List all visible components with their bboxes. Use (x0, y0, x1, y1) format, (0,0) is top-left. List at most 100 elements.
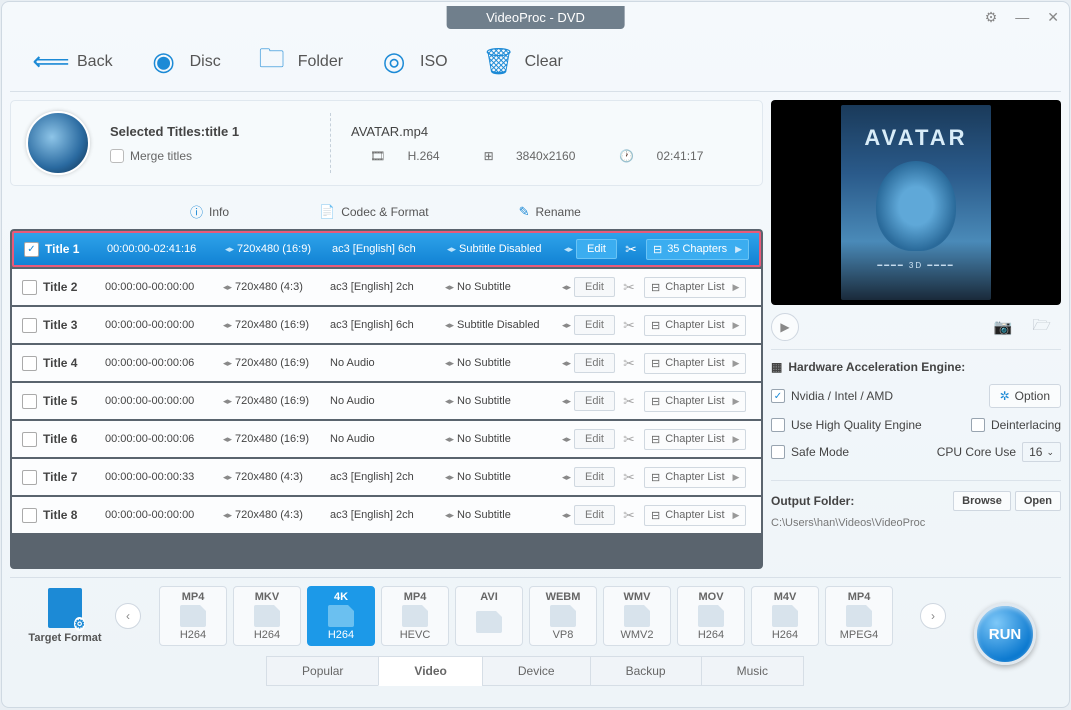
folder-button[interactable]: 🗀Folder (256, 46, 343, 78)
category-tab[interactable]: Music (701, 656, 804, 686)
scissors-icon[interactable]: ✂ (618, 469, 640, 486)
title-audio[interactable]: No Audio (330, 395, 445, 407)
title-row[interactable]: Title 8 00:00:00-00:00:00◂▸ 720x480 (4:3… (12, 497, 761, 533)
safemode-checkbox[interactable]: Safe Mode (771, 445, 849, 459)
chapter-button[interactable]: ⊟35 Chapters▶ (646, 239, 749, 260)
title-subtitle[interactable]: No Subtitle (457, 509, 562, 521)
format-preset[interactable]: MP4MPEG4 (825, 586, 893, 646)
browse-button[interactable]: Browse (953, 491, 1011, 511)
title-checkbox[interactable] (22, 508, 37, 523)
title-audio[interactable]: ac3 [English] 2ch (330, 281, 445, 293)
vendor-checkbox[interactable]: ✓Nvidia / Intel / AMD (771, 389, 893, 403)
format-preset[interactable]: AVI (455, 586, 523, 646)
title-subtitle[interactable]: No Subtitle (457, 281, 562, 293)
title-audio[interactable]: ac3 [English] 6ch (332, 243, 447, 255)
edit-button[interactable]: Edit (574, 505, 615, 525)
title-row[interactable]: Title 7 00:00:00-00:00:33◂▸ 720x480 (4:3… (12, 459, 761, 495)
category-tab[interactable]: Video (378, 656, 482, 686)
format-preset[interactable]: MKVH264 (233, 586, 301, 646)
title-subtitle[interactable]: No Subtitle (457, 395, 562, 407)
format-preset[interactable]: MOVH264 (677, 586, 745, 646)
title-subtitle[interactable]: No Subtitle (457, 357, 562, 369)
title-audio[interactable]: ac3 [English] 2ch (330, 471, 445, 483)
title-checkbox[interactable] (22, 280, 37, 295)
format-preset[interactable]: 4KH264 (307, 586, 375, 646)
title-checkbox[interactable] (22, 318, 37, 333)
minimize-icon[interactable]: — (1015, 9, 1029, 25)
title-checkbox[interactable] (22, 470, 37, 485)
title-row[interactable]: ✓ Title 1 00:00:00-02:41:16◂▸ 720x480 (1… (12, 231, 761, 267)
codec-action[interactable]: 📄Codec & Format (319, 202, 429, 221)
chapter-button[interactable]: ⊟Chapter List▶ (644, 505, 746, 526)
edit-button[interactable]: Edit (574, 277, 615, 297)
category-tab[interactable]: Backup (590, 656, 702, 686)
title-row[interactable]: Title 3 00:00:00-00:00:00◂▸ 720x480 (16:… (12, 307, 761, 343)
edit-button[interactable]: Edit (574, 315, 615, 335)
chapter-button[interactable]: ⊟Chapter List▶ (644, 467, 746, 488)
iso-button[interactable]: ◎ISO (378, 46, 448, 78)
chapter-icon: ⊟ (651, 281, 660, 294)
edit-button[interactable]: Edit (574, 353, 615, 373)
title-checkbox[interactable] (22, 394, 37, 409)
edit-button[interactable]: Edit (576, 239, 617, 259)
back-button[interactable]: ⟸Back (35, 46, 113, 78)
format-preset[interactable]: M4VH264 (751, 586, 819, 646)
scissors-icon[interactable]: ✂ (620, 241, 642, 258)
title-resolution: 720x480 (4:3) (235, 471, 330, 483)
open-folder-icon[interactable]: 🗁 (1032, 315, 1051, 340)
chapter-button[interactable]: ⊟Chapter List▶ (644, 315, 746, 336)
title-checkbox[interactable] (22, 432, 37, 447)
title-row[interactable]: Title 4 00:00:00-00:00:06◂▸ 720x480 (16:… (12, 345, 761, 381)
title-row[interactable]: Title 2 00:00:00-00:00:00◂▸ 720x480 (4:3… (12, 269, 761, 305)
title-audio[interactable]: ac3 [English] 6ch (330, 319, 445, 331)
format-preset[interactable]: MP4HEVC (381, 586, 449, 646)
format-preset[interactable]: WEBMVP8 (529, 586, 597, 646)
option-button[interactable]: ✲Option (989, 384, 1061, 408)
chapter-button[interactable]: ⊟Chapter List▶ (644, 277, 746, 298)
category-tab[interactable]: Popular (266, 656, 379, 686)
scissors-icon[interactable]: ✂ (618, 507, 640, 524)
disc-button[interactable]: ◉Disc (148, 46, 221, 78)
clear-button[interactable]: 🗑Clear (483, 46, 563, 78)
title-subtitle[interactable]: Subtitle Disabled (457, 319, 562, 331)
edit-button[interactable]: Edit (574, 391, 615, 411)
category-tab[interactable]: Device (482, 656, 591, 686)
play-button[interactable]: ▶ (771, 313, 799, 341)
format-preset[interactable]: MP4H264 (159, 586, 227, 646)
merge-titles-checkbox[interactable]: Merge titles (110, 149, 310, 163)
scissors-icon[interactable]: ✂ (618, 431, 640, 448)
edit-button[interactable]: Edit (574, 429, 615, 449)
title-subtitle[interactable]: Subtitle Disabled (459, 243, 564, 255)
chapter-button[interactable]: ⊟Chapter List▶ (644, 391, 746, 412)
title-row[interactable]: Title 6 00:00:00-00:00:06◂▸ 720x480 (16:… (12, 421, 761, 457)
rename-action[interactable]: ✎Rename (519, 202, 581, 221)
title-row[interactable]: Title 5 00:00:00-00:00:00◂▸ 720x480 (16:… (12, 383, 761, 419)
title-subtitle[interactable]: No Subtitle (457, 433, 562, 445)
info-action[interactable]: ⓘInfo (190, 202, 229, 221)
snapshot-icon[interactable]: 📷 (994, 318, 1013, 336)
format-prev-button[interactable]: ‹ (115, 603, 141, 629)
chapter-button[interactable]: ⊟Chapter List▶ (644, 353, 746, 374)
cpu-core-select[interactable]: 16⌄ (1022, 442, 1061, 462)
hq-checkbox[interactable]: Use High Quality Engine (771, 418, 922, 432)
scissors-icon[interactable]: ✂ (618, 317, 640, 334)
open-button[interactable]: Open (1015, 491, 1061, 511)
format-next-button[interactable]: › (920, 603, 946, 629)
scissors-icon[interactable]: ✂ (618, 355, 640, 372)
deinterlacing-checkbox[interactable]: Deinterlacing (971, 418, 1061, 432)
title-audio[interactable]: No Audio (330, 433, 445, 445)
format-preset[interactable]: WMVWMV2 (603, 586, 671, 646)
edit-button[interactable]: Edit (574, 467, 615, 487)
title-checkbox[interactable]: ✓ (24, 242, 39, 257)
scissors-icon[interactable]: ✂ (618, 393, 640, 410)
titles-list: ✓ Title 1 00:00:00-02:41:16◂▸ 720x480 (1… (10, 229, 763, 569)
gear-icon[interactable]: ⚙ (985, 9, 998, 26)
title-checkbox[interactable] (22, 356, 37, 371)
scissors-icon[interactable]: ✂ (618, 279, 640, 296)
run-button[interactable]: RUN (974, 603, 1036, 665)
chapter-button[interactable]: ⊟Chapter List▶ (644, 429, 746, 450)
title-audio[interactable]: ac3 [English] 2ch (330, 509, 445, 521)
close-icon[interactable]: ✕ (1047, 9, 1059, 26)
title-subtitle[interactable]: No Subtitle (457, 471, 562, 483)
title-audio[interactable]: No Audio (330, 357, 445, 369)
